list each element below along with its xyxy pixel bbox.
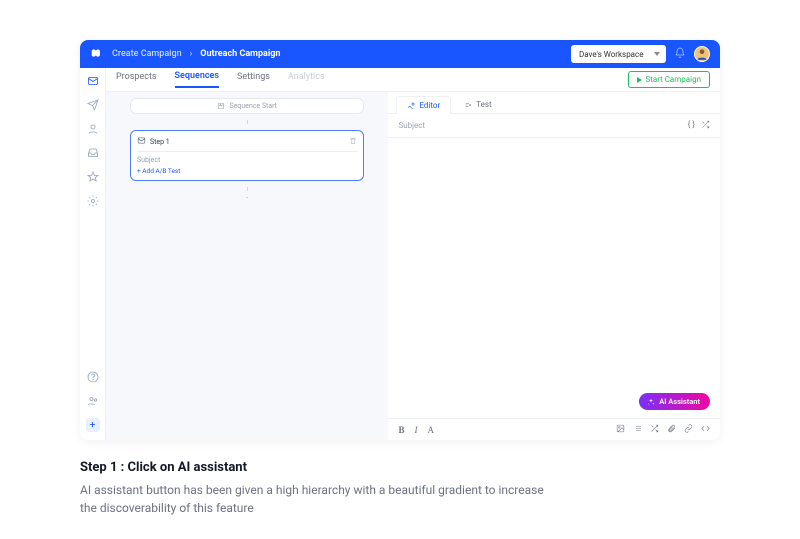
rail-mail-icon[interactable]	[86, 74, 100, 88]
add-step-dot[interactable]: ·	[246, 197, 248, 201]
breadcrumb-current: Outreach Campaign	[200, 49, 280, 59]
image-icon[interactable]	[616, 424, 625, 436]
top-bar: Create Campaign › Outreach Campaign Dave…	[80, 40, 720, 68]
connector-line	[247, 187, 248, 191]
workspace-select[interactable]: Dave's Workspace	[571, 45, 666, 63]
step-card[interactable]: Step 1 Subject + Add A/B Test	[130, 130, 364, 181]
sequence-canvas: Sequence Start Step 1 Subject	[106, 92, 388, 440]
workspace-select-label: Dave's Workspace	[579, 50, 643, 59]
connector-line	[247, 120, 248, 124]
step-label: Step 1	[150, 138, 170, 146]
start-campaign-button[interactable]: Start Campaign	[628, 71, 711, 88]
breadcrumb-root[interactable]: Create Campaign	[112, 49, 182, 59]
bold-button[interactable]: B	[398, 425, 404, 435]
notifications-icon[interactable]	[674, 47, 686, 62]
app-window: Create Campaign › Outreach Campaign Dave…	[80, 40, 720, 440]
rail-star-icon[interactable]	[86, 170, 100, 184]
caption-body: AI assistant button has been given a hig…	[80, 481, 560, 517]
annotation-caption: Step 1 : Click on AI assistant AI assist…	[80, 460, 720, 517]
rail-user-icon[interactable]	[86, 122, 100, 136]
mail-step-icon	[137, 136, 146, 147]
rail-send-icon[interactable]	[86, 98, 100, 112]
tab-analytics: Analytics	[288, 72, 325, 87]
insert-variable-icon[interactable]: { }	[688, 120, 695, 131]
rail-help-icon[interactable]	[86, 370, 100, 384]
shuffle-toolbar-icon[interactable]	[650, 424, 659, 436]
shuffle-icon[interactable]	[701, 120, 710, 131]
editor-tab-editor[interactable]: Editor	[396, 96, 451, 114]
delete-step-icon[interactable]	[349, 137, 357, 147]
user-avatar[interactable]	[694, 46, 710, 62]
rail-inbox-icon[interactable]	[86, 146, 100, 160]
campaign-tabs: Prospects Sequences Settings Analytics S…	[106, 68, 720, 92]
italic-button[interactable]: I	[414, 425, 417, 435]
sequence-start-label: Sequence Start	[229, 102, 276, 110]
link-icon[interactable]	[684, 424, 693, 436]
editor-pane: Editor Test { }	[388, 92, 720, 440]
sequence-start-node[interactable]: Sequence Start	[130, 98, 364, 114]
rail-team-icon[interactable]	[86, 394, 100, 408]
attachment-icon[interactable]	[667, 424, 676, 436]
list-icon[interactable]	[633, 424, 642, 436]
rail-settings-icon[interactable]	[86, 194, 100, 208]
rail-add-button[interactable]: +	[86, 418, 100, 432]
subject-input[interactable]	[398, 121, 687, 130]
chevron-right-icon: ›	[190, 49, 193, 59]
tab-prospects[interactable]: Prospects	[116, 72, 157, 87]
add-ab-test-link[interactable]: + Add A/B Test	[137, 167, 357, 175]
side-rail: +	[80, 68, 106, 440]
caption-title: Step 1 : Click on AI assistant	[80, 460, 720, 475]
tab-sequences[interactable]: Sequences	[175, 71, 219, 88]
step-subject-label: Subject	[137, 156, 357, 164]
editor-body[interactable]: AI Assistant	[388, 138, 720, 418]
ai-assistant-button[interactable]: AI Assistant	[639, 393, 710, 410]
editor-toolbar: B I A	[388, 418, 720, 440]
tab-settings[interactable]: Settings	[237, 72, 270, 87]
code-icon[interactable]	[701, 424, 710, 436]
app-logo-icon	[90, 46, 104, 63]
editor-tab-test[interactable]: Test	[453, 95, 502, 113]
font-button[interactable]: A	[427, 425, 434, 435]
